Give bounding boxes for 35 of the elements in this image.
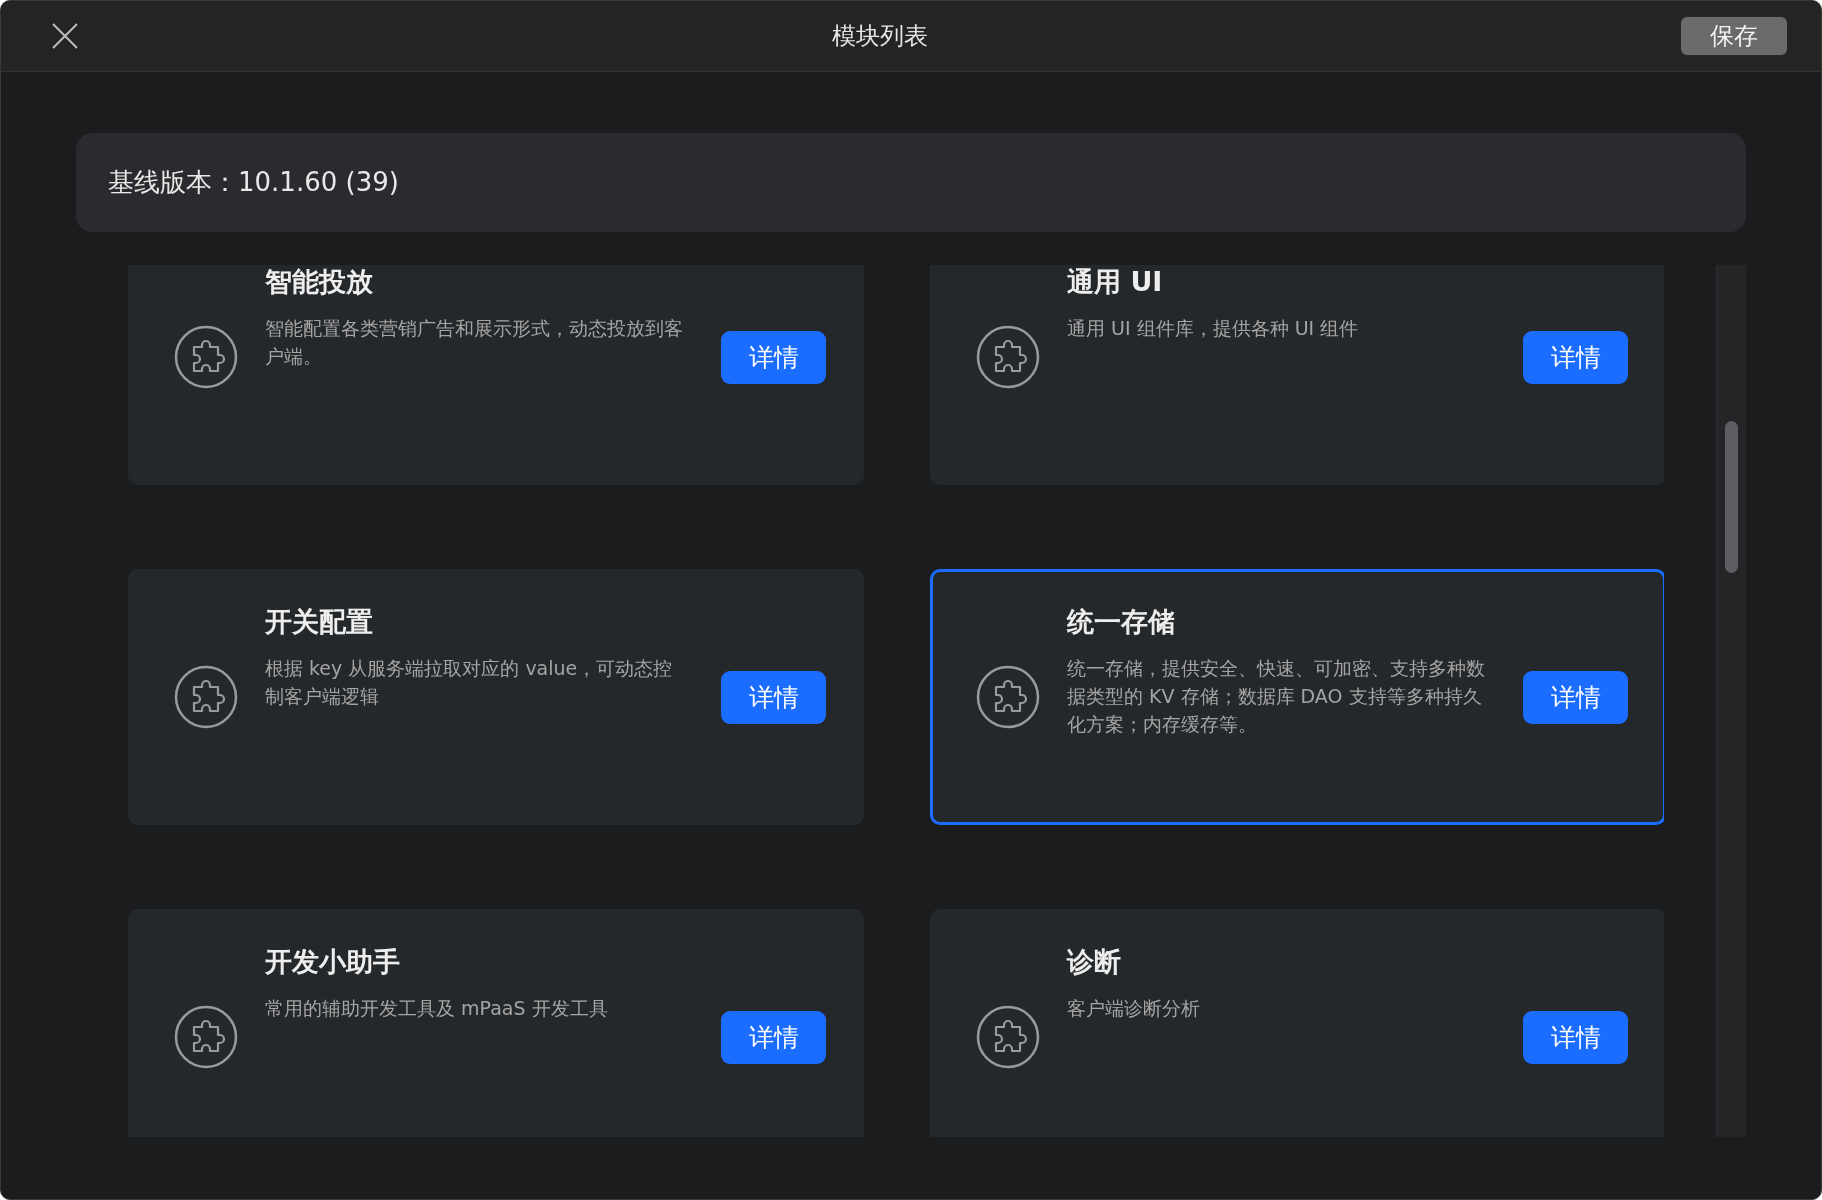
details-button[interactable]: 详情 (1523, 1010, 1628, 1064)
module-card[interactable]: 诊断 客户端诊断分析 详情 (930, 909, 1664, 1137)
puzzle-icon (174, 665, 238, 729)
puzzle-icon (174, 1005, 238, 1069)
module-title: 通用 UI (1067, 265, 1164, 299)
details-button[interactable]: 详情 (721, 670, 826, 724)
puzzle-icon (976, 665, 1040, 729)
puzzle-icon (174, 325, 238, 389)
details-button[interactable]: 详情 (1523, 670, 1628, 724)
module-title: 开发小助手 (265, 945, 401, 979)
module-description: 智能配置各类营销广告和展示形式，动态投放到客户端。 (265, 316, 684, 369)
module-description: 统一存储，提供安全、快速、可加密、支持多种数据类型的 KV 存储；数据库 DAO 支持等多种持久化方案；内存缓存等。 (1067, 656, 1486, 737)
module-description: 根据 key 从服务端拉取对应的 value，可动态控制客户端逻辑 (265, 656, 674, 709)
details-button[interactable]: 详情 (1523, 330, 1628, 384)
scrollbar-thumb[interactable] (1725, 421, 1738, 573)
puzzle-icon (976, 325, 1040, 389)
version-text: 基线版本：10.1.60 (39) (108, 166, 399, 199)
module-card[interactable]: 开关配置 根据 key 从服务端拉取对应的 value，可动态控制客户端逻辑 详情 (128, 569, 864, 825)
module-card[interactable]: 开发小助手 常用的辅助开发工具及 mPaaS 开发工具 详情 (128, 909, 864, 1137)
puzzle-icon (976, 1005, 1040, 1069)
close-icon[interactable] (51, 22, 79, 50)
module-title: 智能投放 (265, 265, 374, 299)
module-description: 客户端诊断分析 (1067, 996, 1201, 1021)
module-title: 统一存储 (1067, 605, 1176, 639)
module-card[interactable]: 通用 UI 通用 UI 组件库，提供各种 UI 组件 详情 (930, 265, 1664, 485)
window-title: 模块列表 (832, 21, 928, 52)
module-card[interactable]: 统一存储 统一存储，提供安全、快速、可加密、支持多种数据类型的 KV 存储；数据库 DAO 支持等多种持久化方案；内存缓存等。 详情 (930, 569, 1664, 825)
details-button[interactable]: 详情 (721, 1010, 826, 1064)
module-description: 常用的辅助开发工具及 mPaaS 开发工具 (265, 996, 609, 1021)
module-title: 开关配置 (265, 605, 374, 639)
module-card[interactable]: 智能投放 智能配置各类营销广告和展示形式，动态投放到客户端。 详情 (128, 265, 864, 485)
save-button[interactable]: 保存 (1681, 17, 1787, 55)
module-title: 诊断 (1067, 945, 1122, 979)
module-description: 通用 UI 组件库，提供各种 UI 组件 (1067, 316, 1360, 341)
details-button[interactable]: 详情 (721, 330, 826, 384)
